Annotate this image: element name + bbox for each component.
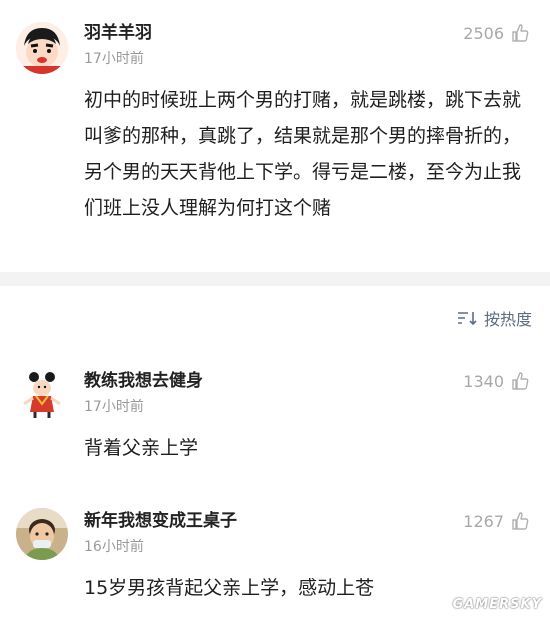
like-count: 1340 [463,371,504,391]
avatar[interactable] [16,22,68,74]
comment-text: 背着父亲上学 [84,437,199,459]
child-photo-avatar-icon [16,508,68,560]
sort-label: 按热度 [483,310,532,329]
avatar[interactable] [16,508,68,560]
timestamp: 16小时前 [84,539,144,555]
like-count: 2506 [463,23,504,43]
comment-text: 初中的时候班上两个男的打赌，就是跳楼，跳下去就叫爹的那种，真跳了，结果就是那个男… [84,89,522,219]
comment-item: 教练我想去健身 17小时前 1340 背着父亲上学 [0,368,550,466]
avatar[interactable] [16,368,68,420]
like-button[interactable]: 1267 [463,510,530,532]
sort-icon [457,312,477,326]
sort-button[interactable]: 按热度 [456,306,532,330]
thumbs-up-icon [512,24,529,42]
like-count: 1267 [463,511,504,531]
comment-item: 羽羊羊羽 17小时前 2506 初中的时候班上两个男的打赌，就是跳楼，跳下去就叫… [0,22,550,226]
thumbs-up-icon [512,372,529,390]
like-button[interactable]: 2506 [463,22,530,44]
section-divider [0,272,550,286]
watermark: GAMERSKY [452,597,542,612]
timestamp: 17小时前 [84,399,144,415]
comment-item: 新年我想变成王桌子 16小时前 1267 15岁男孩背起父亲上学，感动上苍 [0,508,550,606]
cartoon-boy-avatar-icon [16,22,68,74]
like-button[interactable]: 1340 [463,370,530,392]
timestamp: 17小时前 [84,51,144,67]
cartoon-character-avatar-icon [23,372,61,418]
thumbs-up-icon [512,512,529,530]
